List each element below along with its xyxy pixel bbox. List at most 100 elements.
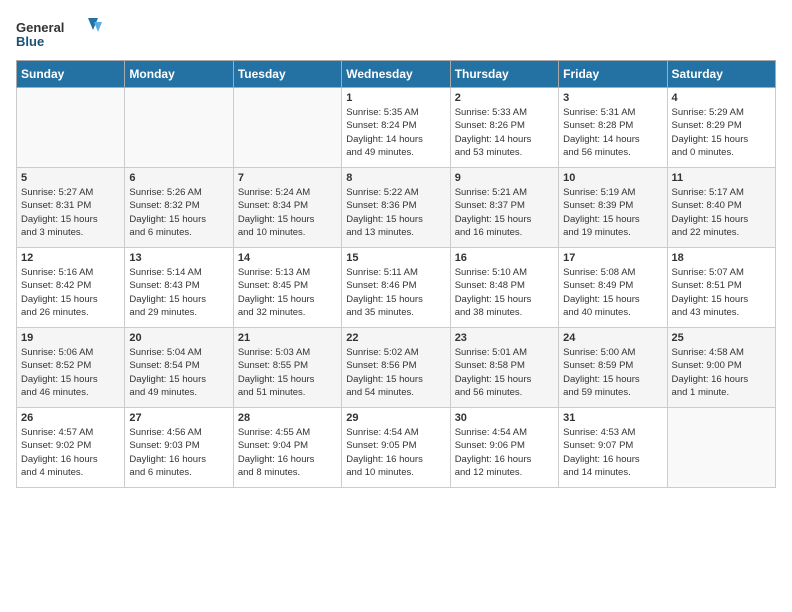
day-number: 18 — [672, 252, 771, 264]
day-info: Sunrise: 5:26 AM Sunset: 8:32 PM Dayligh… — [129, 186, 228, 239]
day-info: Sunrise: 5:33 AM Sunset: 8:26 PM Dayligh… — [455, 106, 554, 159]
day-number: 10 — [563, 172, 662, 184]
header-cell-tuesday: Tuesday — [233, 61, 341, 88]
day-info: Sunrise: 5:14 AM Sunset: 8:43 PM Dayligh… — [129, 266, 228, 319]
day-cell: 14Sunrise: 5:13 AM Sunset: 8:45 PM Dayli… — [233, 248, 341, 328]
day-cell: 26Sunrise: 4:57 AM Sunset: 9:02 PM Dayli… — [17, 408, 125, 488]
day-info: Sunrise: 5:11 AM Sunset: 8:46 PM Dayligh… — [346, 266, 445, 319]
day-cell: 1 Sunrise: 5:35 AM Sunset: 8:24 PM Daylig… — [342, 88, 450, 168]
day-cell: 19 Sunrise: 5:06 AM Sunset: 8:52 PM Dayli… — [17, 328, 125, 408]
day-cell: 24Sunrise: 5:00 AM Sunset: 8:59 PM Dayli… — [559, 328, 667, 408]
day-cell: 10 Sunrise: 5:19 AM Sunset: 8:39 PM Dayli… — [559, 168, 667, 248]
week-row-3: 19 Sunrise: 5:06 AM Sunset: 8:52 PM Dayli… — [17, 328, 776, 408]
day-cell: 22 Sunrise: 5:02 AM Sunset: 8:56 PM Dayli… — [342, 328, 450, 408]
day-cell: 12 Sunrise: 5:16 AM Sunset: 8:42 PM Dayli… — [17, 248, 125, 328]
day-cell: 2Sunrise: 5:33 AM Sunset: 8:26 PM Daylig… — [450, 88, 558, 168]
day-cell: 7 Sunrise: 5:24 AM Sunset: 8:34 PM Daylig… — [233, 168, 341, 248]
day-cell: 25Sunrise: 4:58 AM Sunset: 9:00 PM Dayli… — [667, 328, 775, 408]
day-cell: 15 Sunrise: 5:11 AM Sunset: 8:46 PM Dayli… — [342, 248, 450, 328]
day-cell: 17 Sunrise: 5:08 AM Sunset: 8:49 PM Dayli… — [559, 248, 667, 328]
day-cell: 23 Sunrise: 5:01 AM Sunset: 8:58 PM Dayli… — [450, 328, 558, 408]
logo-svg: General Blue — [16, 16, 106, 52]
day-number: 9 — [455, 172, 554, 184]
day-number: 17 — [563, 252, 662, 264]
logo: General Blue — [16, 16, 106, 52]
day-info: Sunrise: 4:53 AM Sunset: 9:07 PM Dayligh… — [563, 426, 662, 479]
day-info: Sunrise: 4:56 AM Sunset: 9:03 PM Dayligh… — [129, 426, 228, 479]
day-info: Sunrise: 5:06 AM Sunset: 8:52 PM Dayligh… — [21, 346, 120, 399]
day-number: 7 — [238, 172, 337, 184]
day-cell: 20Sunrise: 5:04 AM Sunset: 8:54 PM Dayli… — [125, 328, 233, 408]
day-number: 31 — [563, 412, 662, 424]
day-cell: 3 Sunrise: 5:31 AM Sunset: 8:28 PM Daylig… — [559, 88, 667, 168]
calendar-body: 1 Sunrise: 5:35 AM Sunset: 8:24 PM Daylig… — [17, 88, 776, 488]
day-cell: 9 Sunrise: 5:21 AM Sunset: 8:37 PM Daylig… — [450, 168, 558, 248]
day-number: 22 — [346, 332, 445, 344]
day-number: 15 — [346, 252, 445, 264]
day-number: 30 — [455, 412, 554, 424]
header-cell-thursday: Thursday — [450, 61, 558, 88]
day-number: 28 — [238, 412, 337, 424]
day-cell: 28 Sunrise: 4:55 AM Sunset: 9:04 PM Dayli… — [233, 408, 341, 488]
day-cell: 18 Sunrise: 5:07 AM Sunset: 8:51 PM Dayli… — [667, 248, 775, 328]
calendar-header: SundayMondayTuesdayWednesdayThursdayFrid… — [17, 61, 776, 88]
day-cell: 4Sunrise: 5:29 AM Sunset: 8:29 PM Daylig… — [667, 88, 775, 168]
day-info: Sunrise: 5:10 AM Sunset: 8:48 PM Dayligh… — [455, 266, 554, 319]
day-info: Sunrise: 5:16 AM Sunset: 8:42 PM Dayligh… — [21, 266, 120, 319]
day-info: Sunrise: 4:57 AM Sunset: 9:02 PM Dayligh… — [21, 426, 120, 479]
day-number: 8 — [346, 172, 445, 184]
day-cell: 21 Sunrise: 5:03 AM Sunset: 8:55 PM Dayli… — [233, 328, 341, 408]
day-number: 16 — [455, 252, 554, 264]
day-number: 29 — [346, 412, 445, 424]
day-number: 13 — [129, 252, 228, 264]
day-cell: 27 Sunrise: 4:56 AM Sunset: 9:03 PM Dayli… — [125, 408, 233, 488]
day-number: 4 — [672, 92, 771, 104]
day-info: Sunrise: 5:13 AM Sunset: 8:45 PM Dayligh… — [238, 266, 337, 319]
calendar-table: SundayMondayTuesdayWednesdayThursdayFrid… — [16, 60, 776, 488]
day-number: 27 — [129, 412, 228, 424]
day-info: Sunrise: 5:24 AM Sunset: 8:34 PM Dayligh… — [238, 186, 337, 239]
day-info: Sunrise: 5:08 AM Sunset: 8:49 PM Dayligh… — [563, 266, 662, 319]
day-info: Sunrise: 4:54 AM Sunset: 9:05 PM Dayligh… — [346, 426, 445, 479]
day-number: 20 — [129, 332, 228, 344]
day-info: Sunrise: 5:02 AM Sunset: 8:56 PM Dayligh… — [346, 346, 445, 399]
day-number: 23 — [455, 332, 554, 344]
week-row-1: 5Sunrise: 5:27 AM Sunset: 8:31 PM Daylig… — [17, 168, 776, 248]
day-number: 6 — [129, 172, 228, 184]
day-info: Sunrise: 5:31 AM Sunset: 8:28 PM Dayligh… — [563, 106, 662, 159]
day-number: 19 — [21, 332, 120, 344]
header-cell-saturday: Saturday — [667, 61, 775, 88]
day-cell — [667, 408, 775, 488]
day-cell — [125, 88, 233, 168]
day-cell: 16 Sunrise: 5:10 AM Sunset: 8:48 PM Dayli… — [450, 248, 558, 328]
header-cell-monday: Monday — [125, 61, 233, 88]
svg-text:Blue: Blue — [16, 34, 44, 49]
day-cell — [233, 88, 341, 168]
day-info: Sunrise: 5:03 AM Sunset: 8:55 PM Dayligh… — [238, 346, 337, 399]
day-cell: 8Sunrise: 5:22 AM Sunset: 8:36 PM Daylig… — [342, 168, 450, 248]
week-row-4: 26Sunrise: 4:57 AM Sunset: 9:02 PM Dayli… — [17, 408, 776, 488]
day-number: 1 — [346, 92, 445, 104]
day-cell: 11 Sunrise: 5:17 AM Sunset: 8:40 PM Dayli… — [667, 168, 775, 248]
day-info: Sunrise: 5:21 AM Sunset: 8:37 PM Dayligh… — [455, 186, 554, 239]
day-number: 11 — [672, 172, 771, 184]
day-info: Sunrise: 5:19 AM Sunset: 8:39 PM Dayligh… — [563, 186, 662, 239]
day-cell — [17, 88, 125, 168]
day-cell: 13 Sunrise: 5:14 AM Sunset: 8:43 PM Dayli… — [125, 248, 233, 328]
day-info: Sunrise: 5:07 AM Sunset: 8:51 PM Dayligh… — [672, 266, 771, 319]
day-info: Sunrise: 5:35 AM Sunset: 8:24 PM Dayligh… — [346, 106, 445, 159]
day-number: 12 — [21, 252, 120, 264]
day-info: Sunrise: 4:58 AM Sunset: 9:00 PM Dayligh… — [672, 346, 771, 399]
day-info: Sunrise: 5:17 AM Sunset: 8:40 PM Dayligh… — [672, 186, 771, 239]
day-info: Sunrise: 5:01 AM Sunset: 8:58 PM Dayligh… — [455, 346, 554, 399]
week-row-2: 12 Sunrise: 5:16 AM Sunset: 8:42 PM Dayli… — [17, 248, 776, 328]
day-info: Sunrise: 4:55 AM Sunset: 9:04 PM Dayligh… — [238, 426, 337, 479]
header-cell-friday: Friday — [559, 61, 667, 88]
day-number: 3 — [563, 92, 662, 104]
day-number: 21 — [238, 332, 337, 344]
day-info: Sunrise: 5:27 AM Sunset: 8:31 PM Dayligh… — [21, 186, 120, 239]
header-row: SundayMondayTuesdayWednesdayThursdayFrid… — [17, 61, 776, 88]
day-info: Sunrise: 4:54 AM Sunset: 9:06 PM Dayligh… — [455, 426, 554, 479]
header-cell-wednesday: Wednesday — [342, 61, 450, 88]
svg-text:General: General — [16, 20, 64, 35]
